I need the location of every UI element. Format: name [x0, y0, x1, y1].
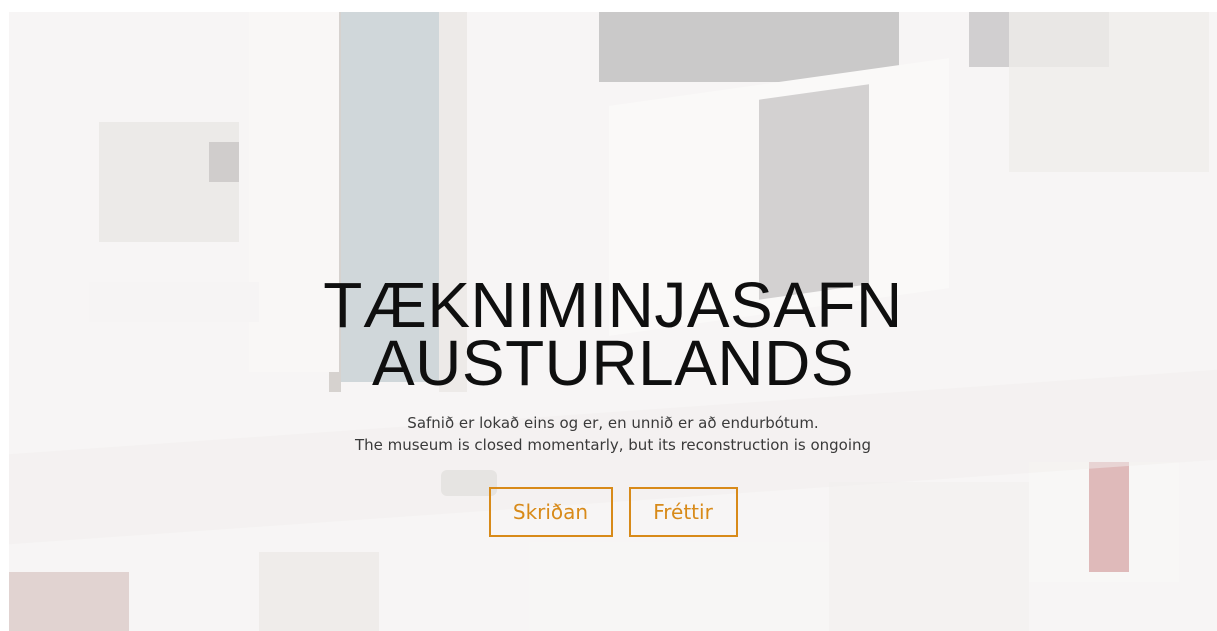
- hero-section: TÆKNIMINJASAFN AUSTURLANDS Safnið er lok…: [9, 12, 1217, 631]
- frettir-button[interactable]: Fréttir: [628, 487, 738, 537]
- page-title: TÆKNIMINJASAFN AUSTURLANDS: [9, 269, 1217, 399]
- hero-content: TÆKNIMINJASAFN AUSTURLANDS Safnið er lok…: [9, 269, 1217, 537]
- subtitle-english: The museum is closed momentarly, but its…: [354, 436, 872, 454]
- title-line-1: TÆKNIMINJASAFN: [323, 269, 903, 341]
- subtitle-icelandic: Safnið er lokað eins og er, en unnið er …: [407, 414, 819, 432]
- title-line-2: AUSTURLANDS: [371, 327, 855, 399]
- skridan-button[interactable]: Skriðan: [488, 487, 613, 537]
- hero-subtitle: Safnið er lokað eins og er, en unnið er …: [9, 412, 1217, 456]
- hero-buttons: Skriðan Fréttir: [9, 487, 1217, 537]
